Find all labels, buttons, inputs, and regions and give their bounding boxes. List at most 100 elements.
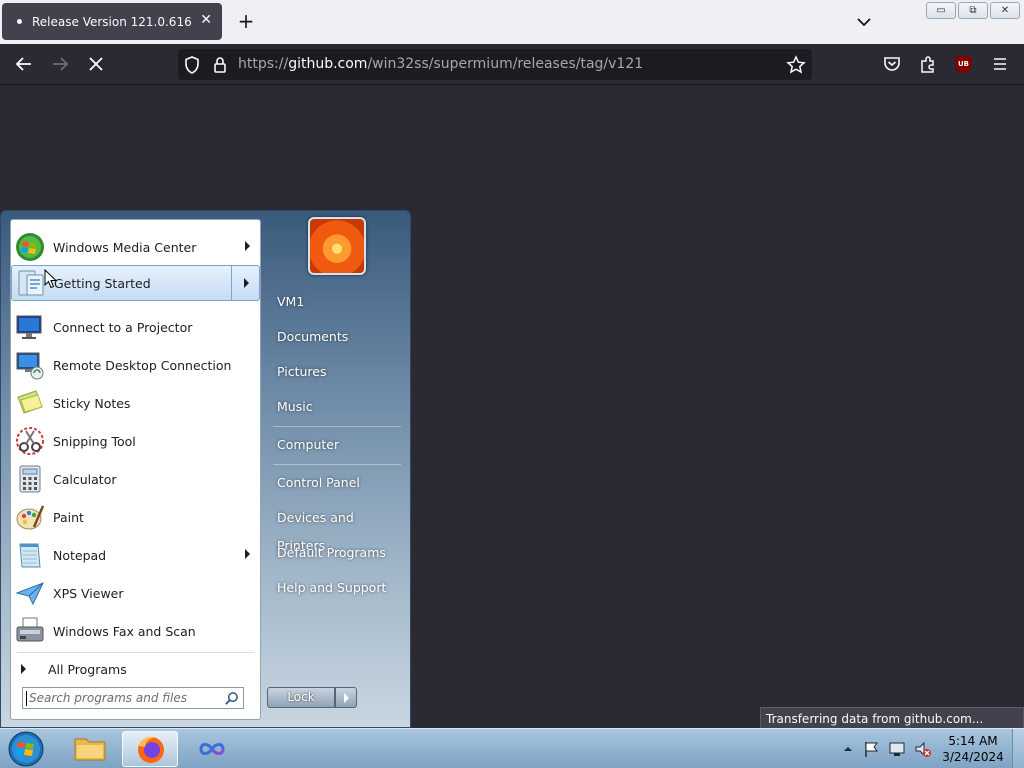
link-computer[interactable]: Computer [268,431,403,459]
url-text[interactable]: https://github.com/win32ss/supermium/rel… [238,49,643,80]
remote-desktop-icon [16,352,44,380]
taskbar: 5:14 AM 3/24/2024 [0,728,1024,768]
search-icon[interactable] [224,691,239,706]
new-tab-button[interactable]: + [234,9,258,33]
taskbar-explorer-button[interactable] [62,731,118,767]
clock-date: 3/24/2024 [942,750,1004,764]
taskbar-firefox-button[interactable] [122,731,178,767]
text-caret [26,691,27,706]
tab-bar: Release Version 121.0.6167.81 · win32ss/… [0,0,1024,44]
bookmark-star-icon[interactable] [784,53,808,77]
program-label: Remote Desktop Connection [53,357,232,373]
window-controls: ▭ ⧉ ✕ [926,2,1020,19]
link-user-folder[interactable]: VM1 [268,288,403,316]
all-programs-separator [17,652,254,653]
right-pane-separator [273,464,401,465]
submenu-arrow-icon[interactable] [245,549,250,559]
all-programs-label: All Programs [48,661,127,677]
submenu-arrow-icon[interactable] [244,278,249,288]
program-calculator[interactable]: Calculator [11,461,260,497]
browser-tab-active[interactable]: Release Version 121.0.6167.81 · win32ss/… [2,3,222,40]
start-menu: Windows Media Center Getting Started Con… [0,210,411,728]
show-hidden-icons-arrow[interactable] [842,739,854,759]
action-center-flag-icon[interactable] [862,739,880,759]
program-label: Calculator [53,471,117,487]
taskbar-supermium-button[interactable] [184,731,240,767]
sticky-notes-icon [17,390,43,414]
xps-viewer-icon [15,582,44,606]
firefox-icon [138,736,164,763]
program-sticky-notes[interactable]: Sticky Notes [11,385,260,421]
program-label: Notepad [53,547,107,563]
shutdown-options-button[interactable] [335,687,357,708]
getting-started-icon [18,270,44,296]
program-remote-desktop-connection[interactable]: Remote Desktop Connection [11,347,260,383]
mouse-cursor-icon [44,269,58,289]
folder-icon [74,738,106,761]
pocket-icon[interactable] [880,52,904,76]
close-window-button[interactable]: ✕ [990,2,1020,19]
minimize-button[interactable]: ▭ [926,2,956,19]
lock-icon[interactable] [208,53,232,77]
ublock-origin-icon[interactable]: UB [955,56,972,73]
status-panel: Transferring data from github.com... [760,707,1024,729]
loading-indicator-icon [17,19,22,24]
submenu-arrow-icon[interactable] [245,241,250,251]
network-icon[interactable] [888,739,906,759]
close-tab-icon[interactable]: ✕ [200,12,212,28]
lock-button[interactable]: Lock [267,687,335,708]
program-label: Sticky Notes [53,395,131,411]
program-label: Windows Fax and Scan [53,623,196,639]
notepad-icon [19,543,41,568]
navigation-toolbar: https://github.com/win32ss/supermium/rel… [0,44,1024,85]
back-arrow-icon[interactable] [12,52,36,76]
link-default-programs[interactable]: Default Programs [268,539,403,567]
url-path: /win32ss/supermium/releases/tag/v121 [367,56,644,72]
program-windows-media-center[interactable]: Windows Media Center [11,229,260,265]
search-placeholder: Search programs and files [29,691,187,705]
list-tabs-chevron-icon[interactable] [852,10,876,34]
program-xps-viewer[interactable]: XPS Viewer [11,575,260,611]
program-windows-fax-and-scan[interactable]: Windows Fax and Scan [11,613,260,649]
lock-button-group: Lock [267,687,357,708]
program-notepad[interactable]: Notepad [11,537,260,573]
stop-loading-icon[interactable] [84,52,108,76]
extensions-puzzle-icon[interactable] [916,52,940,76]
projector-icon [16,315,42,339]
windows-media-center-icon [16,233,44,261]
right-pane-separator [273,426,401,427]
url-host: github.com [288,56,368,72]
program-label: Windows Media Center [53,239,197,255]
system-clock[interactable]: 5:14 AM 3/24/2024 [936,733,1010,765]
user-account-picture[interactable] [308,217,366,275]
program-label: XPS Viewer [53,585,124,601]
link-devices-and-printers[interactable]: Devices and Printers [268,504,403,553]
program-label: Connect to a Projector [53,319,193,335]
link-pictures[interactable]: Pictures [268,358,403,386]
expand-arrow-icon [21,664,26,674]
forward-arrow-icon [53,57,69,71]
link-documents[interactable]: Documents [268,323,403,351]
link-control-panel[interactable]: Control Panel [268,469,403,497]
restore-button[interactable]: ⧉ [958,2,988,19]
paint-icon [16,505,45,530]
link-help-and-support[interactable]: Help and Support [268,574,403,602]
tracking-shield-icon[interactable] [180,53,204,77]
program-snipping-tool[interactable]: Snipping Tool [11,423,260,459]
hamburger-menu-icon[interactable] [988,52,1012,76]
calculator-icon [19,465,41,493]
notification-area [842,739,932,759]
volume-muted-icon[interactable] [914,739,932,759]
search-programs-input[interactable]: Search programs and files [22,687,244,709]
show-desktop-button[interactable] [1012,729,1024,768]
start-orb-icon[interactable] [6,730,46,768]
address-bar[interactable]: https://github.com/win32ss/supermium/rel… [178,49,812,80]
program-paint[interactable]: Paint [11,499,260,535]
all-programs-button[interactable]: All Programs [11,654,260,684]
url-scheme: https:// [238,56,289,72]
program-label: Getting Started [54,275,151,291]
link-music[interactable]: Music [268,393,403,421]
program-label: Snipping Tool [53,433,136,449]
start-menu-programs-pane: Windows Media Center Getting Started Con… [10,219,261,720]
program-connect-to-a-projector[interactable]: Connect to a Projector [11,309,260,345]
